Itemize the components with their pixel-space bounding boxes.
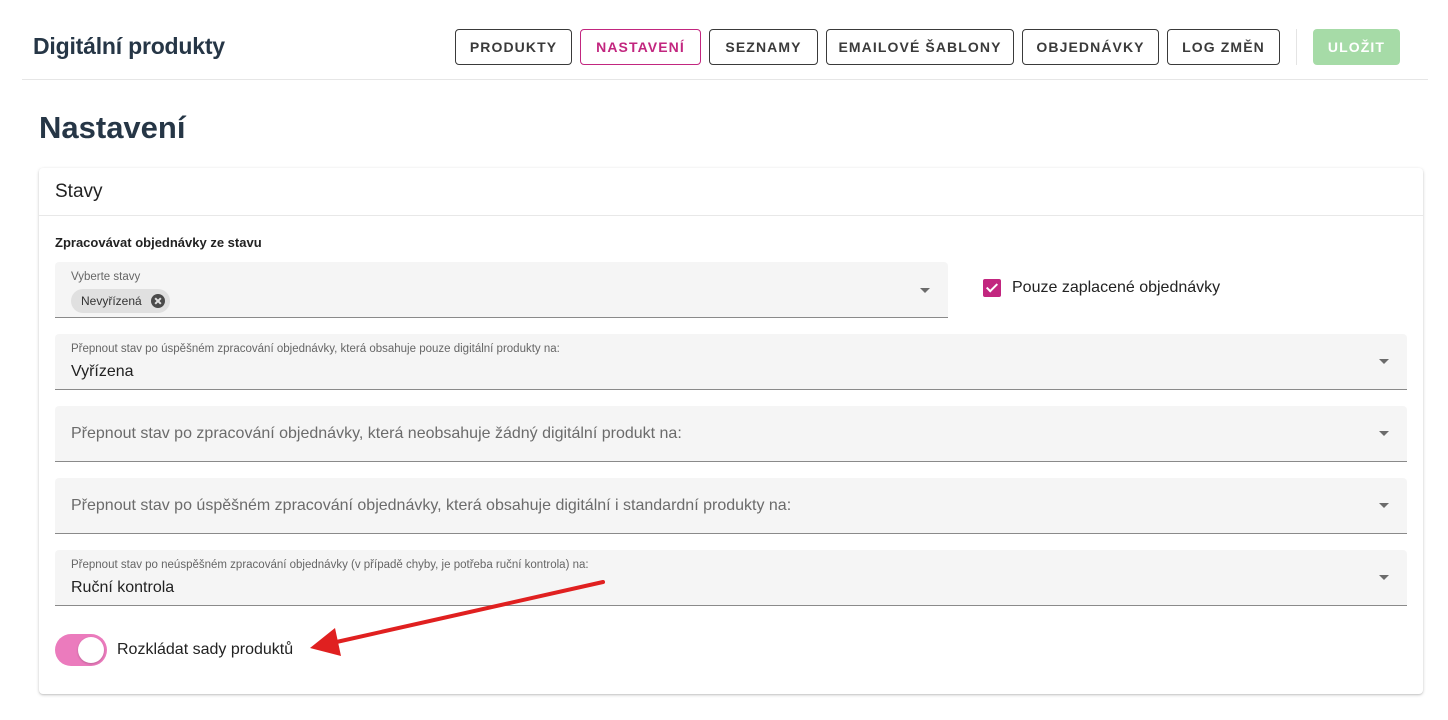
dropdown-arrow-icon (1379, 359, 1389, 364)
dropdown-arrow-icon (1379, 503, 1389, 508)
mixed-status-placeholder: Přepnout stav po úspěšném zpracování obj… (71, 497, 792, 514)
digital-only-status-select[interactable]: Přepnout stav po úspěšném zpracování obj… (55, 334, 1407, 390)
save-button[interactable]: ULOŽIT (1313, 29, 1400, 65)
no-digital-status-select[interactable]: Přepnout stav po zpracování objednávky, … (55, 406, 1407, 462)
nav-settings-button[interactable]: NASTAVENÍ (580, 29, 701, 65)
dropdown-arrow-icon (920, 288, 930, 293)
dropdown-arrow-icon (1379, 431, 1389, 436)
card-header: Stavy (39, 168, 1423, 216)
nav-products-button[interactable]: PRODUKTY (455, 29, 572, 65)
states-select[interactable]: Vyberte stavy Nevyřízená (55, 262, 948, 318)
nav-divider (1296, 29, 1297, 65)
mixed-status-select[interactable]: Přepnout stav po úspěšném zpracování obj… (55, 478, 1407, 534)
paid-only-checkbox[interactable] (983, 279, 1001, 297)
digital-only-status-label: Přepnout stav po úspěšném zpracování obj… (71, 343, 560, 355)
page-title: Nastavení (39, 110, 186, 145)
failed-status-value: Ruční kontrola (71, 579, 175, 596)
dropdown-arrow-icon (1379, 575, 1389, 580)
digital-only-status-value: Vyřízena (71, 363, 134, 380)
nav-orders-button[interactable]: OBJEDNÁVKY (1022, 29, 1159, 65)
failed-status-label: Přepnout stav po neúspěšném zpracování o… (71, 559, 589, 571)
state-chip-label: Nevyřízená (81, 294, 142, 308)
app-title: Digitální produkty (33, 33, 225, 59)
process-states-label: Zpracovávat objednávky ze stavu (55, 235, 262, 250)
card-title: Stavy (55, 181, 103, 202)
split-bundles-toggle[interactable] (55, 634, 107, 666)
chip-remove-icon[interactable] (150, 294, 165, 308)
split-bundles-toggle-row[interactable]: Rozkládat sady produktů (55, 634, 293, 666)
nav-changelog-button[interactable]: LOG ZMĚN (1167, 29, 1280, 65)
state-chip: Nevyřízená (71, 289, 170, 313)
no-digital-status-placeholder: Přepnout stav po zpracování objednávky, … (71, 425, 682, 442)
failed-status-select[interactable]: Přepnout stav po neúspěšném zpracování o… (55, 550, 1407, 606)
split-bundles-label: Rozkládat sady produktů (117, 641, 294, 658)
toggle-knob (78, 637, 104, 663)
nav-email-templates-button[interactable]: EMAILOVÉ ŠABLONY (826, 29, 1014, 65)
states-select-label: Vyberte stavy (71, 271, 141, 283)
states-card: Stavy Zpracovávat objednávky ze stavu Vy… (39, 168, 1423, 694)
paid-only-checkbox-row[interactable]: Pouze zaplacené objednávky (983, 279, 1220, 297)
nav-lists-button[interactable]: SEZNAMY (709, 29, 818, 65)
paid-only-label: Pouze zaplacené objednávky (1012, 279, 1221, 296)
